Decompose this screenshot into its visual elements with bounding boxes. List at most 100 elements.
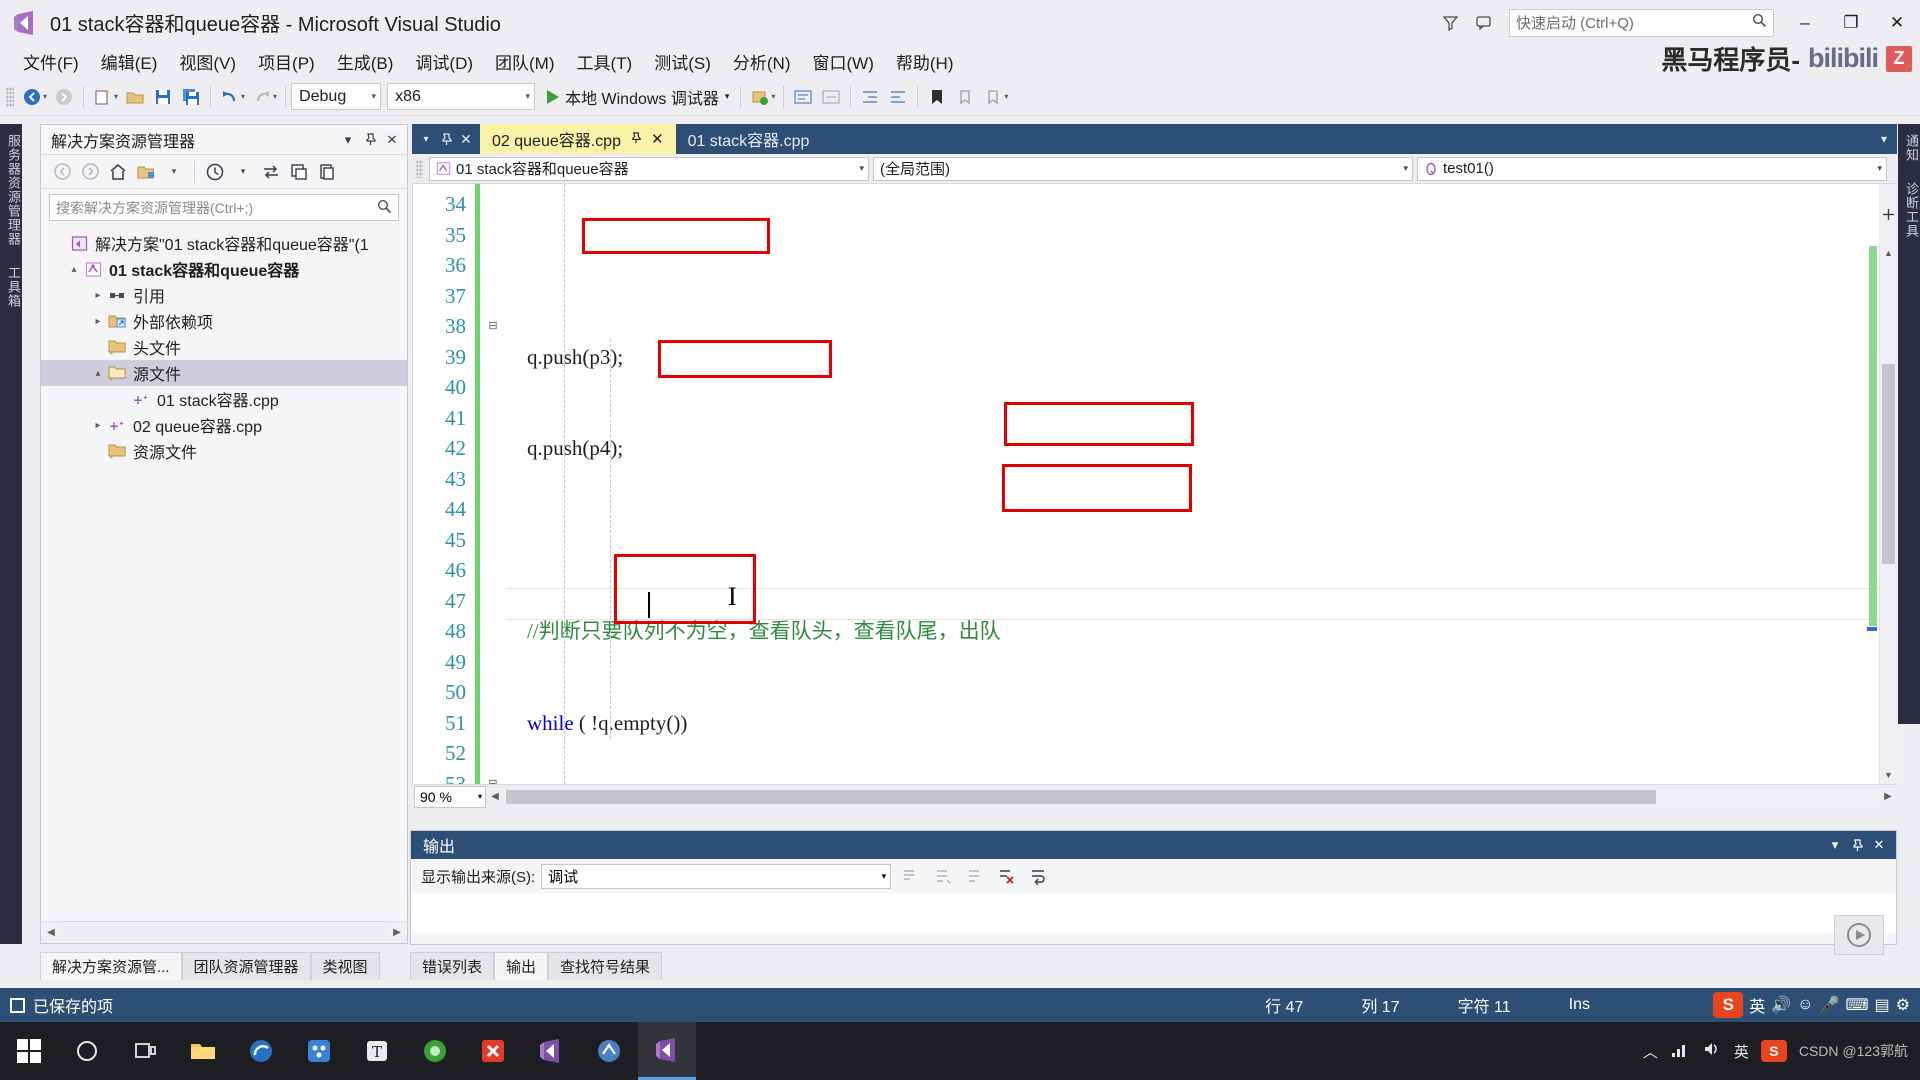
start-debug-button[interactable]: 本地 Windows 调试器 ▾ bbox=[541, 85, 735, 109]
funnel-icon[interactable] bbox=[1433, 6, 1467, 40]
build-configuration-combo[interactable]: Debug ▾ bbox=[291, 83, 381, 110]
zoom-level-combo[interactable]: 90 % ▾ bbox=[414, 786, 486, 808]
editor-tab-queue-cpp[interactable]: 02 queue容器.cpp ✕ bbox=[480, 124, 676, 154]
outdent-icon[interactable] bbox=[884, 83, 912, 111]
go-to-prev-icon[interactable] bbox=[929, 863, 955, 889]
chevron-down-icon[interactable]: ▾ bbox=[1824, 834, 1846, 856]
platform-combo[interactable]: x86 ▾ bbox=[387, 83, 535, 110]
close-icon[interactable]: ✕ bbox=[381, 129, 403, 151]
tab-error-list[interactable]: 错误列表 bbox=[410, 952, 494, 980]
pin-icon[interactable] bbox=[1846, 834, 1868, 856]
magnifier-icon[interactable] bbox=[1752, 13, 1767, 32]
sogou-icon[interactable]: S bbox=[1761, 1040, 1787, 1062]
typora-icon[interactable]: T bbox=[348, 1022, 406, 1080]
forward-icon[interactable] bbox=[77, 159, 103, 185]
back-dropdown-icon[interactable]: ▾ bbox=[43, 92, 47, 101]
vertical-tab-toolbox[interactable]: 工具箱 bbox=[0, 256, 27, 318]
find-message-icon[interactable] bbox=[897, 863, 923, 889]
type-scope-combo[interactable]: (全局范围) ▾ bbox=[873, 157, 1413, 181]
vertical-tab-server-explorer[interactable]: 服务器资源管理器 bbox=[0, 124, 27, 256]
uncomment-icon[interactable] bbox=[817, 83, 845, 111]
tree-item-project[interactable]: ▴ 01 stack容器和queue容器 bbox=[41, 256, 407, 282]
solution-explorer-hscrollbar[interactable]: ◀ ▶ bbox=[41, 921, 407, 943]
tree-expander[interactable]: ▸ bbox=[89, 290, 107, 301]
new-project-icon[interactable] bbox=[89, 83, 117, 111]
chevron-up-icon[interactable]: ︿ bbox=[1643, 1041, 1658, 1062]
close-button[interactable]: ✕ bbox=[1874, 0, 1920, 45]
sogou-icon[interactable]: S bbox=[1713, 992, 1743, 1018]
chevron-down-icon[interactable]: ▾ bbox=[851, 163, 864, 174]
bookmark-icon[interactable] bbox=[923, 83, 951, 111]
chevron-down-icon[interactable]: ▾ bbox=[366, 91, 377, 102]
scroll-track[interactable] bbox=[61, 926, 387, 940]
x-app-icon[interactable] bbox=[464, 1022, 522, 1080]
ime-language-label[interactable]: 英 bbox=[1749, 993, 1765, 1017]
menu-item-project[interactable]: 项目(P) bbox=[247, 46, 326, 77]
menu-item-debug[interactable]: 调试(D) bbox=[404, 46, 484, 77]
pin-icon[interactable] bbox=[359, 129, 381, 151]
cortana-search-icon[interactable] bbox=[58, 1022, 116, 1080]
vs-icon-1[interactable] bbox=[522, 1022, 580, 1080]
output-source-combo[interactable]: 调试 ▾ bbox=[541, 864, 891, 889]
sound-icon[interactable]: 🔊 bbox=[1771, 995, 1791, 1015]
emoji-icon[interactable]: ☺ bbox=[1797, 996, 1813, 1014]
hscroll-thumb[interactable] bbox=[506, 790, 1656, 804]
chevron-down-icon[interactable]: ▾ bbox=[520, 91, 531, 102]
tree-item-file-01-stack[interactable]: +ᐩ 01 stack容器.cpp bbox=[41, 386, 407, 412]
scroll-thumb[interactable] bbox=[1882, 364, 1895, 564]
chevron-down-icon[interactable]: ▾ bbox=[416, 125, 436, 153]
menu-item-help[interactable]: 帮助(H) bbox=[885, 46, 965, 77]
undo-icon[interactable] bbox=[216, 83, 244, 111]
tab-output[interactable]: 输出 bbox=[494, 952, 548, 980]
solution-explorer-search-input[interactable]: 搜索解决方案资源管理器(Ctrl+;) bbox=[49, 194, 399, 221]
chevron-down-icon[interactable]: ▾ bbox=[230, 159, 256, 185]
hscroll-track[interactable] bbox=[504, 789, 1879, 805]
pin-icon[interactable] bbox=[630, 132, 642, 147]
new-folder-icon[interactable] bbox=[133, 159, 159, 185]
app-blue-icon[interactable] bbox=[290, 1022, 348, 1080]
vs-icon-active[interactable] bbox=[638, 1022, 696, 1080]
code-line-37[interactable]: //判断只要队列不为空，查看队头，查看队尾，出队 bbox=[506, 616, 1897, 647]
task-view-icon[interactable] bbox=[116, 1022, 174, 1080]
toggle-wordwrap-icon[interactable] bbox=[1025, 863, 1051, 889]
menu-item-analyze[interactable]: 分析(N) bbox=[722, 46, 802, 77]
close-icon[interactable]: ✕ bbox=[456, 125, 476, 153]
navigate-back-icon[interactable] bbox=[18, 83, 46, 111]
network-icon[interactable] bbox=[1670, 1040, 1690, 1062]
editor-horizontal-scrollbar[interactable]: ◀ ▶ bbox=[486, 786, 1897, 808]
close-icon[interactable]: ✕ bbox=[651, 130, 664, 148]
redo-icon[interactable] bbox=[248, 83, 276, 111]
code-line-34[interactable]: q.push(p3); bbox=[506, 342, 1897, 373]
tab-find-symbol-results[interactable]: 查找符号结果 bbox=[548, 952, 662, 980]
close-icon[interactable]: ✕ bbox=[1868, 834, 1890, 856]
keyboard-icon[interactable]: ⌨ bbox=[1845, 995, 1868, 1015]
tree-expander[interactable]: ▸ bbox=[89, 420, 107, 431]
attach-process-icon[interactable] bbox=[746, 83, 774, 111]
project-scope-combo[interactable]: 01 stack容器和queue容器 ▾ bbox=[429, 157, 869, 181]
file-explorer-icon[interactable] bbox=[174, 1022, 232, 1080]
go-to-next-icon[interactable] bbox=[961, 863, 987, 889]
sync-icon[interactable] bbox=[258, 159, 284, 185]
code-line-35[interactable]: q.push(p4); bbox=[506, 433, 1897, 464]
vertical-tab-diagnostics[interactable]: 诊断工具 bbox=[1898, 172, 1920, 248]
collapse-block-icon[interactable]: ⊟ bbox=[480, 769, 506, 785]
menu-item-window[interactable]: 窗口(W) bbox=[802, 46, 885, 77]
maximize-button[interactable]: ❐ bbox=[1828, 0, 1874, 45]
member-scope-combo[interactable]: test01() ▾ bbox=[1417, 157, 1887, 181]
scroll-right-icon[interactable]: ▶ bbox=[389, 927, 405, 938]
tree-item-resource-files[interactable]: 资源文件 bbox=[41, 438, 407, 464]
menu-item-build[interactable]: 生成(B) bbox=[326, 46, 405, 77]
navbar-grip[interactable] bbox=[416, 160, 423, 178]
tree-item-source-files[interactable]: ▴ 源文件 bbox=[41, 360, 407, 386]
next-bookmark-icon[interactable] bbox=[979, 83, 1007, 111]
navigate-forward-icon[interactable] bbox=[50, 83, 78, 111]
attach-dropdown-icon[interactable]: ▾ bbox=[771, 92, 775, 101]
undo-dropdown-icon[interactable]: ▾ bbox=[241, 92, 245, 101]
chevron-down-icon[interactable]: ▾ bbox=[1869, 163, 1882, 174]
menu-item-tools[interactable]: 工具(T) bbox=[566, 46, 644, 77]
tree-item-references[interactable]: ▸ 引用 bbox=[41, 282, 407, 308]
open-file-icon[interactable] bbox=[121, 83, 149, 111]
pin-icon[interactable] bbox=[436, 125, 456, 153]
code-line-38[interactable]: while ( !q.empty()) bbox=[506, 708, 1897, 739]
scroll-right-icon[interactable]: ▶ bbox=[1879, 791, 1897, 802]
